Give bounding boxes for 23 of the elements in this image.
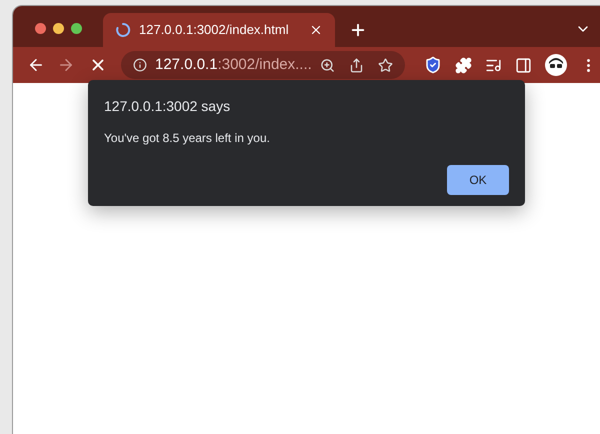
side-panel-icon[interactable] bbox=[515, 56, 532, 74]
minimize-window-button[interactable] bbox=[53, 23, 64, 34]
browser-tab[interactable]: 127.0.0.1:3002/index.html bbox=[103, 13, 335, 47]
share-icon[interactable] bbox=[349, 58, 364, 72]
extensions-icon[interactable] bbox=[455, 56, 472, 74]
ok-button[interactable]: OK bbox=[447, 165, 509, 195]
maximize-window-button[interactable] bbox=[71, 23, 82, 34]
dialog-title: 127.0.0.1:3002 says bbox=[104, 97, 232, 116]
shield-extension-icon[interactable] bbox=[424, 56, 442, 74]
tab-title: 127.0.0.1:3002/index.html bbox=[139, 21, 290, 40]
dialog-message: You've got 8.5 years left in you. bbox=[104, 130, 271, 147]
back-icon[interactable] bbox=[27, 56, 45, 74]
url-path-text: :3002/index.... bbox=[218, 54, 312, 75]
close-window-button[interactable] bbox=[35, 23, 46, 34]
zoom-icon[interactable] bbox=[320, 58, 335, 72]
address-bar[interactable]: 127.0.0.1:3002/index.... bbox=[121, 51, 405, 79]
new-tab-icon[interactable] bbox=[349, 21, 367, 39]
info-icon bbox=[133, 58, 147, 72]
loading-spinner-icon bbox=[115, 22, 131, 38]
avatar-icon[interactable] bbox=[545, 54, 567, 76]
close-tab-icon[interactable] bbox=[309, 23, 323, 37]
host-text: 127.0.0.1 bbox=[155, 54, 218, 75]
bookmark-star-icon[interactable] bbox=[378, 58, 393, 72]
